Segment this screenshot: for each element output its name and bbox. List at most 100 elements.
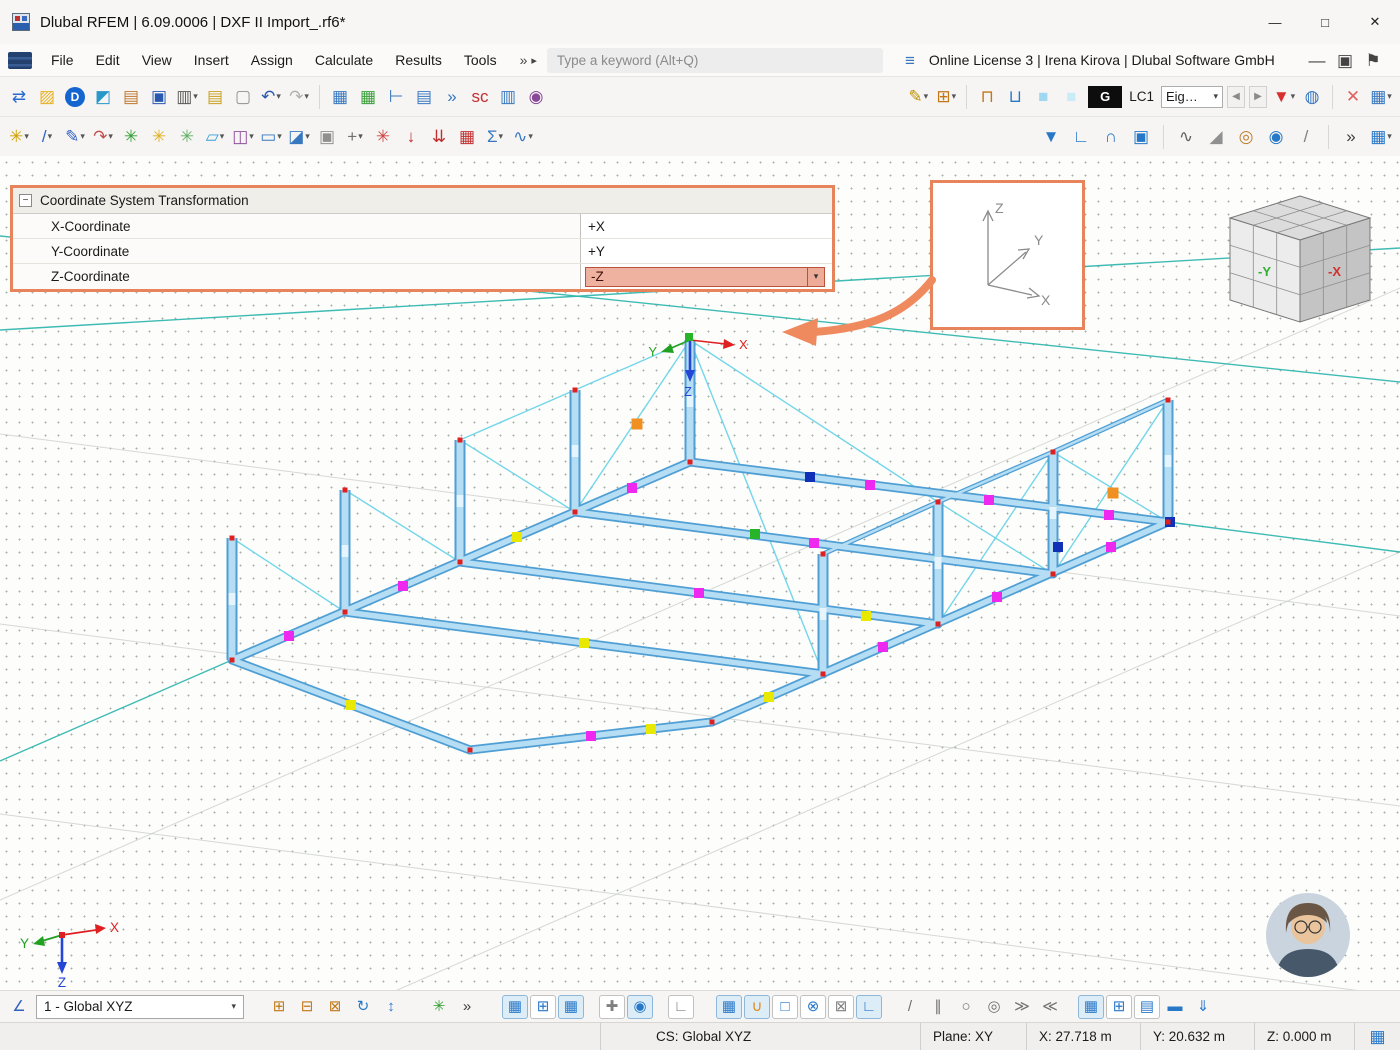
close-button[interactable]: ✕ xyxy=(1350,0,1400,44)
snap-grid2-icon[interactable]: ▦ xyxy=(716,995,742,1019)
more-tools-chevron[interactable]: » xyxy=(1338,123,1364,151)
menu-view[interactable]: View xyxy=(131,47,183,73)
navigation-cube[interactable]: -Y -X xyxy=(1222,190,1378,330)
grid-lines-icon[interactable]: ▦ xyxy=(558,995,584,1019)
minimize-button[interactable]: — xyxy=(1250,0,1300,44)
corner-snap-icon[interactable]: ∟ xyxy=(856,995,882,1019)
selection-frame-icon[interactable]: ⊞ xyxy=(1106,995,1132,1019)
print-icon[interactable]: ▥▾ xyxy=(174,83,200,111)
next-load-case-button[interactable]: ▶ xyxy=(1249,86,1267,108)
render-mode-icon[interactable]: ◉ xyxy=(523,83,549,111)
level-bottom-icon[interactable]: ⊔ xyxy=(1002,83,1028,111)
sc-tables-icon[interactable]: sc xyxy=(467,83,493,111)
snap-more-chevron[interactable]: » xyxy=(454,995,480,1019)
menu-overflow-arrow[interactable]: ▸ xyxy=(531,54,547,67)
camera-icon[interactable]: ◎ xyxy=(1233,123,1259,151)
mesh-refine-icon[interactable]: ✳ xyxy=(174,123,200,151)
search-input[interactable] xyxy=(547,48,883,73)
offset-chevron-icon[interactable]: ≫ xyxy=(1009,995,1035,1019)
magnet-snap-icon[interactable]: ∪ xyxy=(744,995,770,1019)
level-top-icon[interactable]: ⊓ xyxy=(974,83,1000,111)
color-swatch-1[interactable]: ■ xyxy=(1030,83,1056,111)
work-plane-xz-icon[interactable]: ⊟ xyxy=(294,995,320,1019)
slope-icon[interactable]: ◢ xyxy=(1203,123,1229,151)
edit-line-icon[interactable]: ✎▾ xyxy=(62,123,88,151)
open-file-icon[interactable]: ▨ xyxy=(34,83,60,111)
previous-load-case-button[interactable]: ◀ xyxy=(1227,86,1245,108)
grid-snap-icon[interactable]: ▦ xyxy=(502,995,528,1019)
diagram-axes-icon[interactable]: ⊢ xyxy=(383,83,409,111)
load-case-select[interactable]: Eig… ▾ xyxy=(1161,86,1223,108)
collapse-icon[interactable]: − xyxy=(19,194,32,207)
background-layers-icon[interactable]: ▤ xyxy=(1134,995,1160,1019)
box-cross-icon[interactable]: ⊠ xyxy=(828,995,854,1019)
dlubal-cloud-icon[interactable]: D xyxy=(62,83,88,111)
layout-panels-icon[interactable]: ▣ xyxy=(1332,46,1358,74)
hide-guides-icon[interactable]: ▬ xyxy=(1162,995,1188,1019)
work-plane-offset-icon[interactable]: ↕ xyxy=(378,995,404,1019)
menu-assign[interactable]: Assign xyxy=(240,47,304,73)
parallel-tool-icon[interactable]: ∥ xyxy=(925,995,951,1019)
new-support-icon[interactable]: ✳ xyxy=(370,123,396,151)
clipboard-icon[interactable]: ▢ xyxy=(230,83,256,111)
menu-tools[interactable]: Tools xyxy=(453,47,508,73)
new-line-icon[interactable]: /▾ xyxy=(34,123,60,151)
section-cut-icon[interactable]: ∩ xyxy=(1098,123,1124,151)
work-plane-xy-icon[interactable]: ⊞ xyxy=(266,995,292,1019)
jump-tables-icon[interactable]: » xyxy=(439,83,465,111)
y-coordinate-value[interactable]: +Y xyxy=(580,239,832,263)
filter-loads-icon[interactable]: ▼▾ xyxy=(1271,83,1297,111)
node-on-line-icon[interactable]: ✳ xyxy=(118,123,144,151)
smooth-results-icon[interactable]: ∿ xyxy=(1173,123,1199,151)
results-table-icon[interactable]: ▦▾ xyxy=(1368,83,1394,111)
load-wizard-badge[interactable]: G xyxy=(1088,86,1122,108)
walk-through-icon[interactable]: ◉ xyxy=(1263,123,1289,151)
pin-icon[interactable]: ⚑ xyxy=(1360,46,1386,74)
avatar[interactable] xyxy=(1266,893,1350,977)
new-solid-icon[interactable]: ◫▾ xyxy=(230,123,256,151)
globe-select-icon[interactable]: ◍ xyxy=(1299,83,1325,111)
coordinate-system-dropdown[interactable]: 1 - Global XYZ ▾ xyxy=(36,995,244,1019)
import-model-icon[interactable]: ⇄ xyxy=(6,83,32,111)
measure-icon[interactable]: / xyxy=(1293,123,1319,151)
object-snap-center-icon[interactable]: ◉ xyxy=(627,995,653,1019)
rect-select-icon[interactable]: □ xyxy=(772,995,798,1019)
menu-results[interactable]: Results xyxy=(384,47,453,73)
surface-load-icon[interactable]: ▦ xyxy=(454,123,480,151)
ribbon-minimize-icon[interactable]: — xyxy=(1304,46,1330,74)
delete-results-icon[interactable]: ✕ xyxy=(1340,83,1366,111)
color-swatch-2[interactable]: ■ xyxy=(1058,83,1084,111)
3d-viewport[interactable]: XYZXYZ − Coordinate System Transformatio… xyxy=(0,156,1400,990)
results-filter-icon[interactable]: ▼ xyxy=(1038,123,1064,151)
x-coordinate-value[interactable]: +X xyxy=(580,214,832,238)
rfem-menu-logo-icon[interactable] xyxy=(8,52,32,69)
snap-settings-icon[interactable]: ✳ xyxy=(426,995,452,1019)
pin-view-icon[interactable]: ⇓ xyxy=(1190,995,1216,1019)
table-view-icon[interactable]: ▦ xyxy=(327,83,353,111)
redo-icon[interactable]: ↷▾ xyxy=(286,83,312,111)
new-surface-icon[interactable]: ▱▾ xyxy=(202,123,228,151)
animation-icon[interactable]: ▣ xyxy=(1128,123,1154,151)
image-gallery-icon[interactable]: ▤ xyxy=(118,83,144,111)
menu-file[interactable]: File xyxy=(40,47,85,73)
license-search-icon[interactable]: ≡ xyxy=(897,46,923,74)
new-member-icon[interactable]: ◪▾ xyxy=(286,123,312,151)
new-arc-icon[interactable]: ↷▾ xyxy=(90,123,116,151)
node-grid-icon[interactable]: ✳ xyxy=(146,123,172,151)
work-plane-rotate-icon[interactable]: ↻ xyxy=(350,995,376,1019)
ortho-mode-icon[interactable]: ∟ xyxy=(668,995,694,1019)
menu-edit[interactable]: Edit xyxy=(85,47,131,73)
printout-report-icon[interactable]: ▤ xyxy=(202,83,228,111)
member-load-icon[interactable]: ⇊ xyxy=(426,123,452,151)
grid-points-icon[interactable]: ⊞ xyxy=(530,995,556,1019)
precision-tool-icon[interactable]: +▾ xyxy=(342,123,368,151)
report-doc-icon[interactable]: ▥ xyxy=(495,83,521,111)
menu-calculate[interactable]: Calculate xyxy=(304,47,384,73)
line-tool-icon[interactable]: / xyxy=(897,995,923,1019)
circle-cross-icon[interactable]: ⊗ xyxy=(800,995,826,1019)
nodal-load-icon[interactable]: ↓ xyxy=(398,123,424,151)
new-node-icon[interactable]: ✳▾ xyxy=(6,123,32,151)
status-grid-icon[interactable]: ▦ xyxy=(1365,1023,1391,1050)
imperfection-icon[interactable]: ∿▾ xyxy=(510,123,536,151)
model-cube-icon[interactable]: ◩ xyxy=(90,83,116,111)
